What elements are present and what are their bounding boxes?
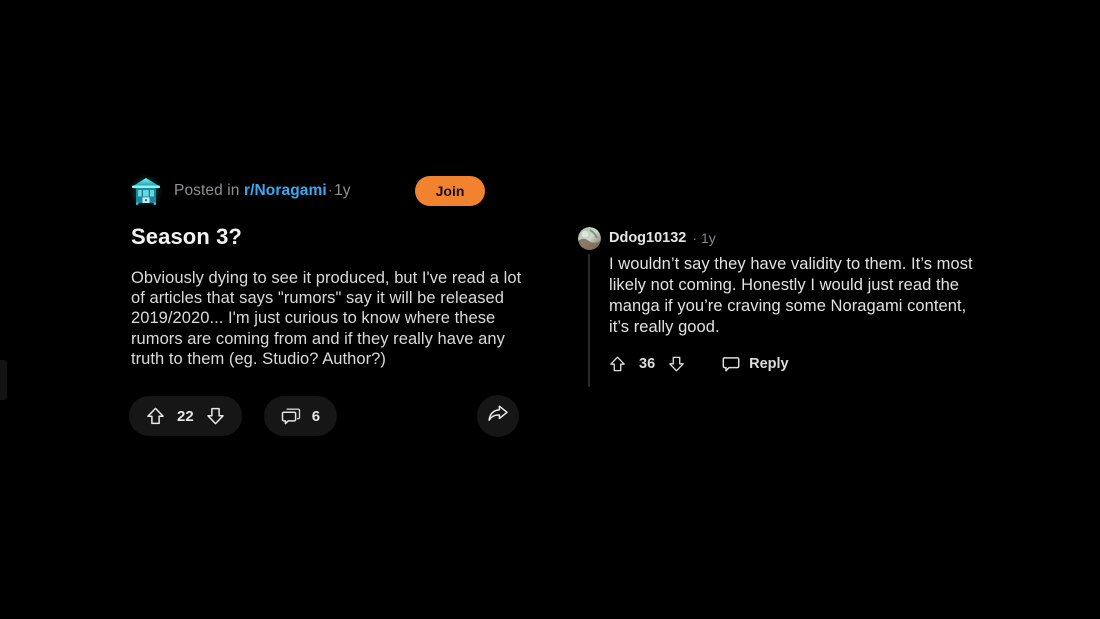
comment-action-bar: 36 Reply — [609, 355, 988, 387]
comments-icon — [281, 407, 301, 426]
post-age: 1y — [334, 182, 351, 199]
downvote-icon[interactable] — [206, 406, 225, 426]
comment-container: Ddog10132 · 1y I wouldn’t say they have … — [578, 226, 988, 387]
post-comments-pill[interactable]: 6 — [263, 396, 338, 437]
comment-upvote-icon[interactable] — [609, 355, 626, 373]
share-button[interactable] — [477, 395, 520, 438]
post-action-bar: 22 6 — [129, 395, 529, 438]
comment-author[interactable]: Ddog10132 — [609, 230, 686, 246]
post-title: Season 3? — [131, 224, 242, 249]
posted-in-label: Posted in — [174, 182, 240, 199]
comment-vote-count: 36 — [639, 356, 656, 372]
comment-age: · 1y — [692, 230, 716, 246]
post-header: Posted in r/Noragami·1y Join — [129, 172, 529, 210]
subreddit-link[interactable]: r/Noragami — [244, 182, 327, 199]
reply-button[interactable]: Reply — [722, 356, 789, 373]
reply-icon — [722, 356, 740, 373]
comment-body-text: I wouldn’t say they have validity to the… — [609, 255, 973, 336]
join-button[interactable]: Join — [414, 175, 486, 207]
comment-downvote-icon[interactable] — [668, 355, 685, 373]
thread-collapse-line[interactable] — [588, 254, 590, 387]
post-vote-count: 22 — [177, 407, 194, 425]
comment-header: Ddog10132 · 1y — [578, 226, 988, 250]
shrine-icon[interactable] — [129, 174, 163, 208]
upvote-icon[interactable] — [146, 406, 165, 426]
post-comment-count: 6 — [311, 407, 321, 425]
post-vote-pill: 22 — [129, 396, 242, 437]
meta-separator: · — [327, 182, 334, 199]
avatar[interactable] — [578, 226, 601, 250]
posted-in-line: Posted in r/Noragami·1y — [174, 182, 351, 200]
post-container: Posted in r/Noragami·1y Join Season 3? O… — [129, 172, 529, 438]
share-icon — [487, 403, 509, 429]
comment-thread: I wouldn’t say they have validity to the… — [578, 254, 988, 387]
reply-label: Reply — [749, 356, 789, 372]
post-body-text: Obviously dying to see it produced, but … — [131, 269, 522, 368]
left-edge-sliver — [0, 360, 7, 400]
